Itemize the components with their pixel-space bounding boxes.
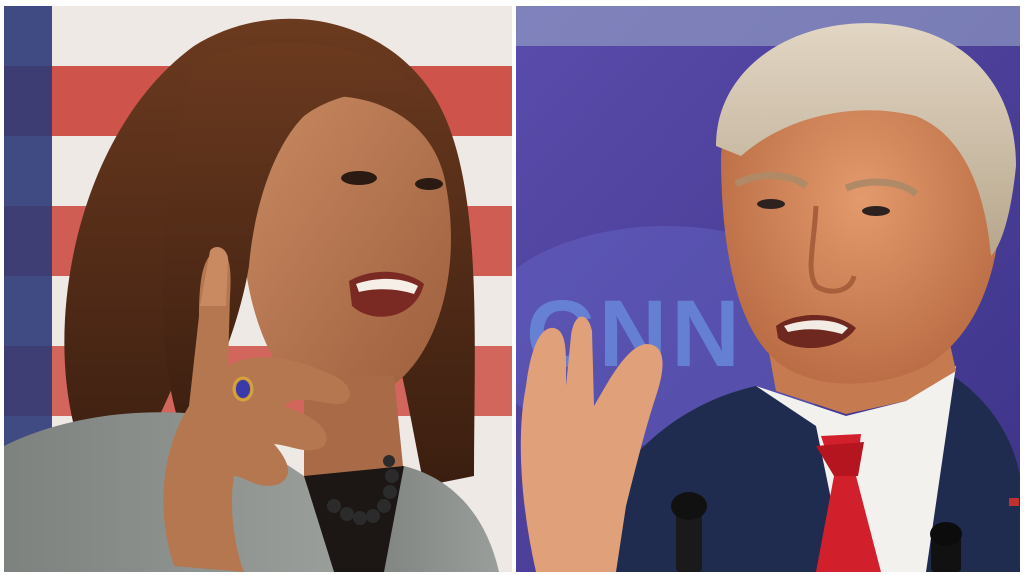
right-photo: CNN [516,6,1020,572]
left-photo-illustration [4,6,512,572]
photo-composite: CNN [0,0,1024,575]
right-photo-illustration: CNN [516,6,1020,572]
left-photo [4,6,512,572]
